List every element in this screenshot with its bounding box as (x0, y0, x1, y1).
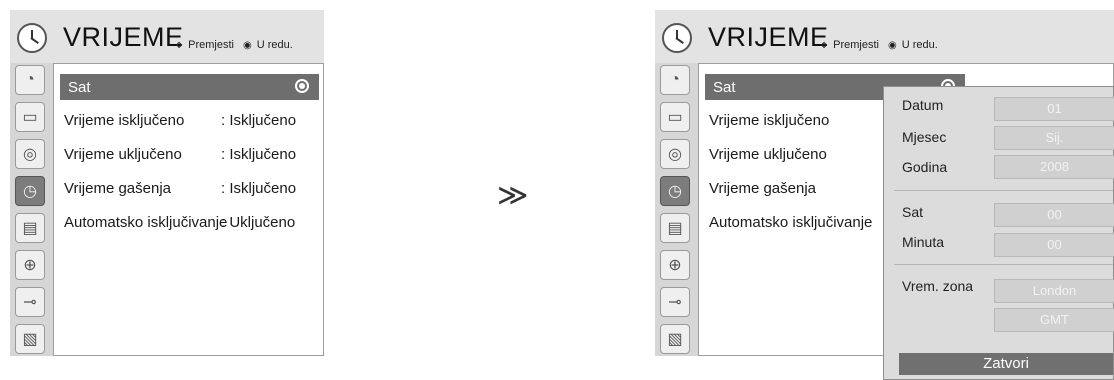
satellite-dish-icon[interactable]: ◔ (15, 65, 45, 95)
photos-icon[interactable]: ▧ (15, 324, 45, 354)
hint-ok-label: U redu. (256, 39, 293, 51)
lock-icon[interactable]: ⊕ (15, 250, 45, 280)
menu-content: Sat Vrijeme isključeno : Isključeno Vrij… (53, 63, 324, 356)
menu-item-sat-selected[interactable]: Sat (60, 74, 319, 100)
menu-item-label[interactable]: Automatsko isključivanje (709, 214, 872, 231)
ok-button-icon: ◉ (887, 39, 897, 51)
menu-header: VRIJEME ⋄ Premjesti ◉ U redu. (655, 10, 1114, 63)
divider (894, 190, 1113, 191)
plug-icon[interactable]: ⊸ (15, 287, 45, 317)
menu-item-value: : Isključeno (221, 180, 297, 197)
menu-item-label[interactable]: Vrijeme gašenja (709, 180, 816, 197)
speaker-icon[interactable]: ◎ (660, 139, 690, 169)
nav-hint: ⋄ Premjesti ◉ U redu. (175, 37, 293, 53)
satellite-dish-icon[interactable]: ◔ (660, 65, 690, 95)
menu-item-label[interactable]: Vrijeme isključeno (709, 112, 829, 129)
divider (894, 264, 1113, 265)
menu-item-label[interactable]: Vrijeme isključeno (64, 112, 184, 129)
hour-label: Sat (902, 204, 924, 220)
monitor-icon[interactable]: ▭ (660, 102, 690, 132)
move-arrows-icon: ⋄ (820, 37, 829, 52)
calendar-icon[interactable]: ▤ (15, 213, 45, 243)
menu-title: VRIJEME (63, 22, 184, 52)
menu-item-label[interactable]: Automatsko isključivanje (64, 214, 227, 231)
menu-item-label[interactable]: Vrijeme uključeno (64, 146, 182, 163)
ok-button-icon: ◉ (242, 39, 252, 51)
timezone-field[interactable]: London (994, 279, 1114, 303)
hint-move-label: Premjesti (188, 39, 234, 51)
close-button[interactable]: Zatvori (899, 353, 1113, 375)
transition-arrow: ≫ (497, 179, 529, 212)
clock-icon[interactable]: ◷ (660, 176, 690, 206)
menu-item-label[interactable]: Vrijeme gašenja (64, 180, 171, 197)
monitor-icon[interactable]: ▭ (15, 102, 45, 132)
hint-move-label: Premjesti (833, 39, 879, 51)
minute-label: Minuta (902, 234, 945, 250)
menu-item-label: Sat (68, 78, 91, 96)
year-label: Godina (902, 159, 948, 175)
date-field[interactable]: 01 (994, 97, 1114, 121)
year-field[interactable]: 2008 (994, 155, 1114, 179)
menu-item-label: Sat (713, 78, 736, 96)
hour-field[interactable]: 00 (994, 203, 1114, 227)
minute-field[interactable]: 00 (994, 233, 1114, 257)
clock-settings-popup: Datum 01 Mjesec Sij. Godina 2008 Sat 00 … (883, 86, 1114, 380)
menu-header: VRIJEME ⋄ Premjesti ◉ U redu. (10, 10, 324, 63)
clock-icon (662, 23, 692, 53)
month-label: Mjesec (902, 129, 947, 145)
nav-hint: ⋄ Premjesti ◉ U redu. (820, 37, 938, 53)
photos-icon[interactable]: ▧ (660, 324, 690, 354)
menu-item-label[interactable]: Vrijeme uključeno (709, 146, 827, 163)
timezone-label: Vrem. zona (902, 278, 974, 294)
plug-icon[interactable]: ⊸ (660, 287, 690, 317)
month-field[interactable]: Sij. (994, 126, 1114, 150)
move-arrows-icon: ⋄ (175, 37, 184, 52)
gmt-offset-field[interactable]: GMT (994, 308, 1114, 332)
calendar-icon[interactable]: ▤ (660, 213, 690, 243)
menu-title: VRIJEME (708, 22, 829, 52)
lock-icon[interactable]: ⊕ (660, 250, 690, 280)
hint-ok-label: U redu. (901, 39, 938, 51)
speaker-icon[interactable]: ◎ (15, 139, 45, 169)
menu-item-value: : Isključeno (221, 146, 297, 163)
clock-icon (17, 23, 47, 53)
date-label: Datum (902, 97, 944, 113)
menu-item-value: : Isključeno (221, 112, 297, 129)
menu-item-value: : Uključeno (221, 214, 296, 231)
time-menu-panel-left: VRIJEME ⋄ Premjesti ◉ U redu. ◔ ▭ ◎ ◷ ▤ … (10, 10, 324, 356)
category-sidebar: ◔ ▭ ◎ ◷ ▤ ⊕ ⊸ ▧ (655, 63, 698, 356)
radio-selected-icon (295, 79, 309, 93)
clock-icon[interactable]: ◷ (15, 176, 45, 206)
category-sidebar: ◔ ▭ ◎ ◷ ▤ ⊕ ⊸ ▧ (10, 63, 53, 356)
